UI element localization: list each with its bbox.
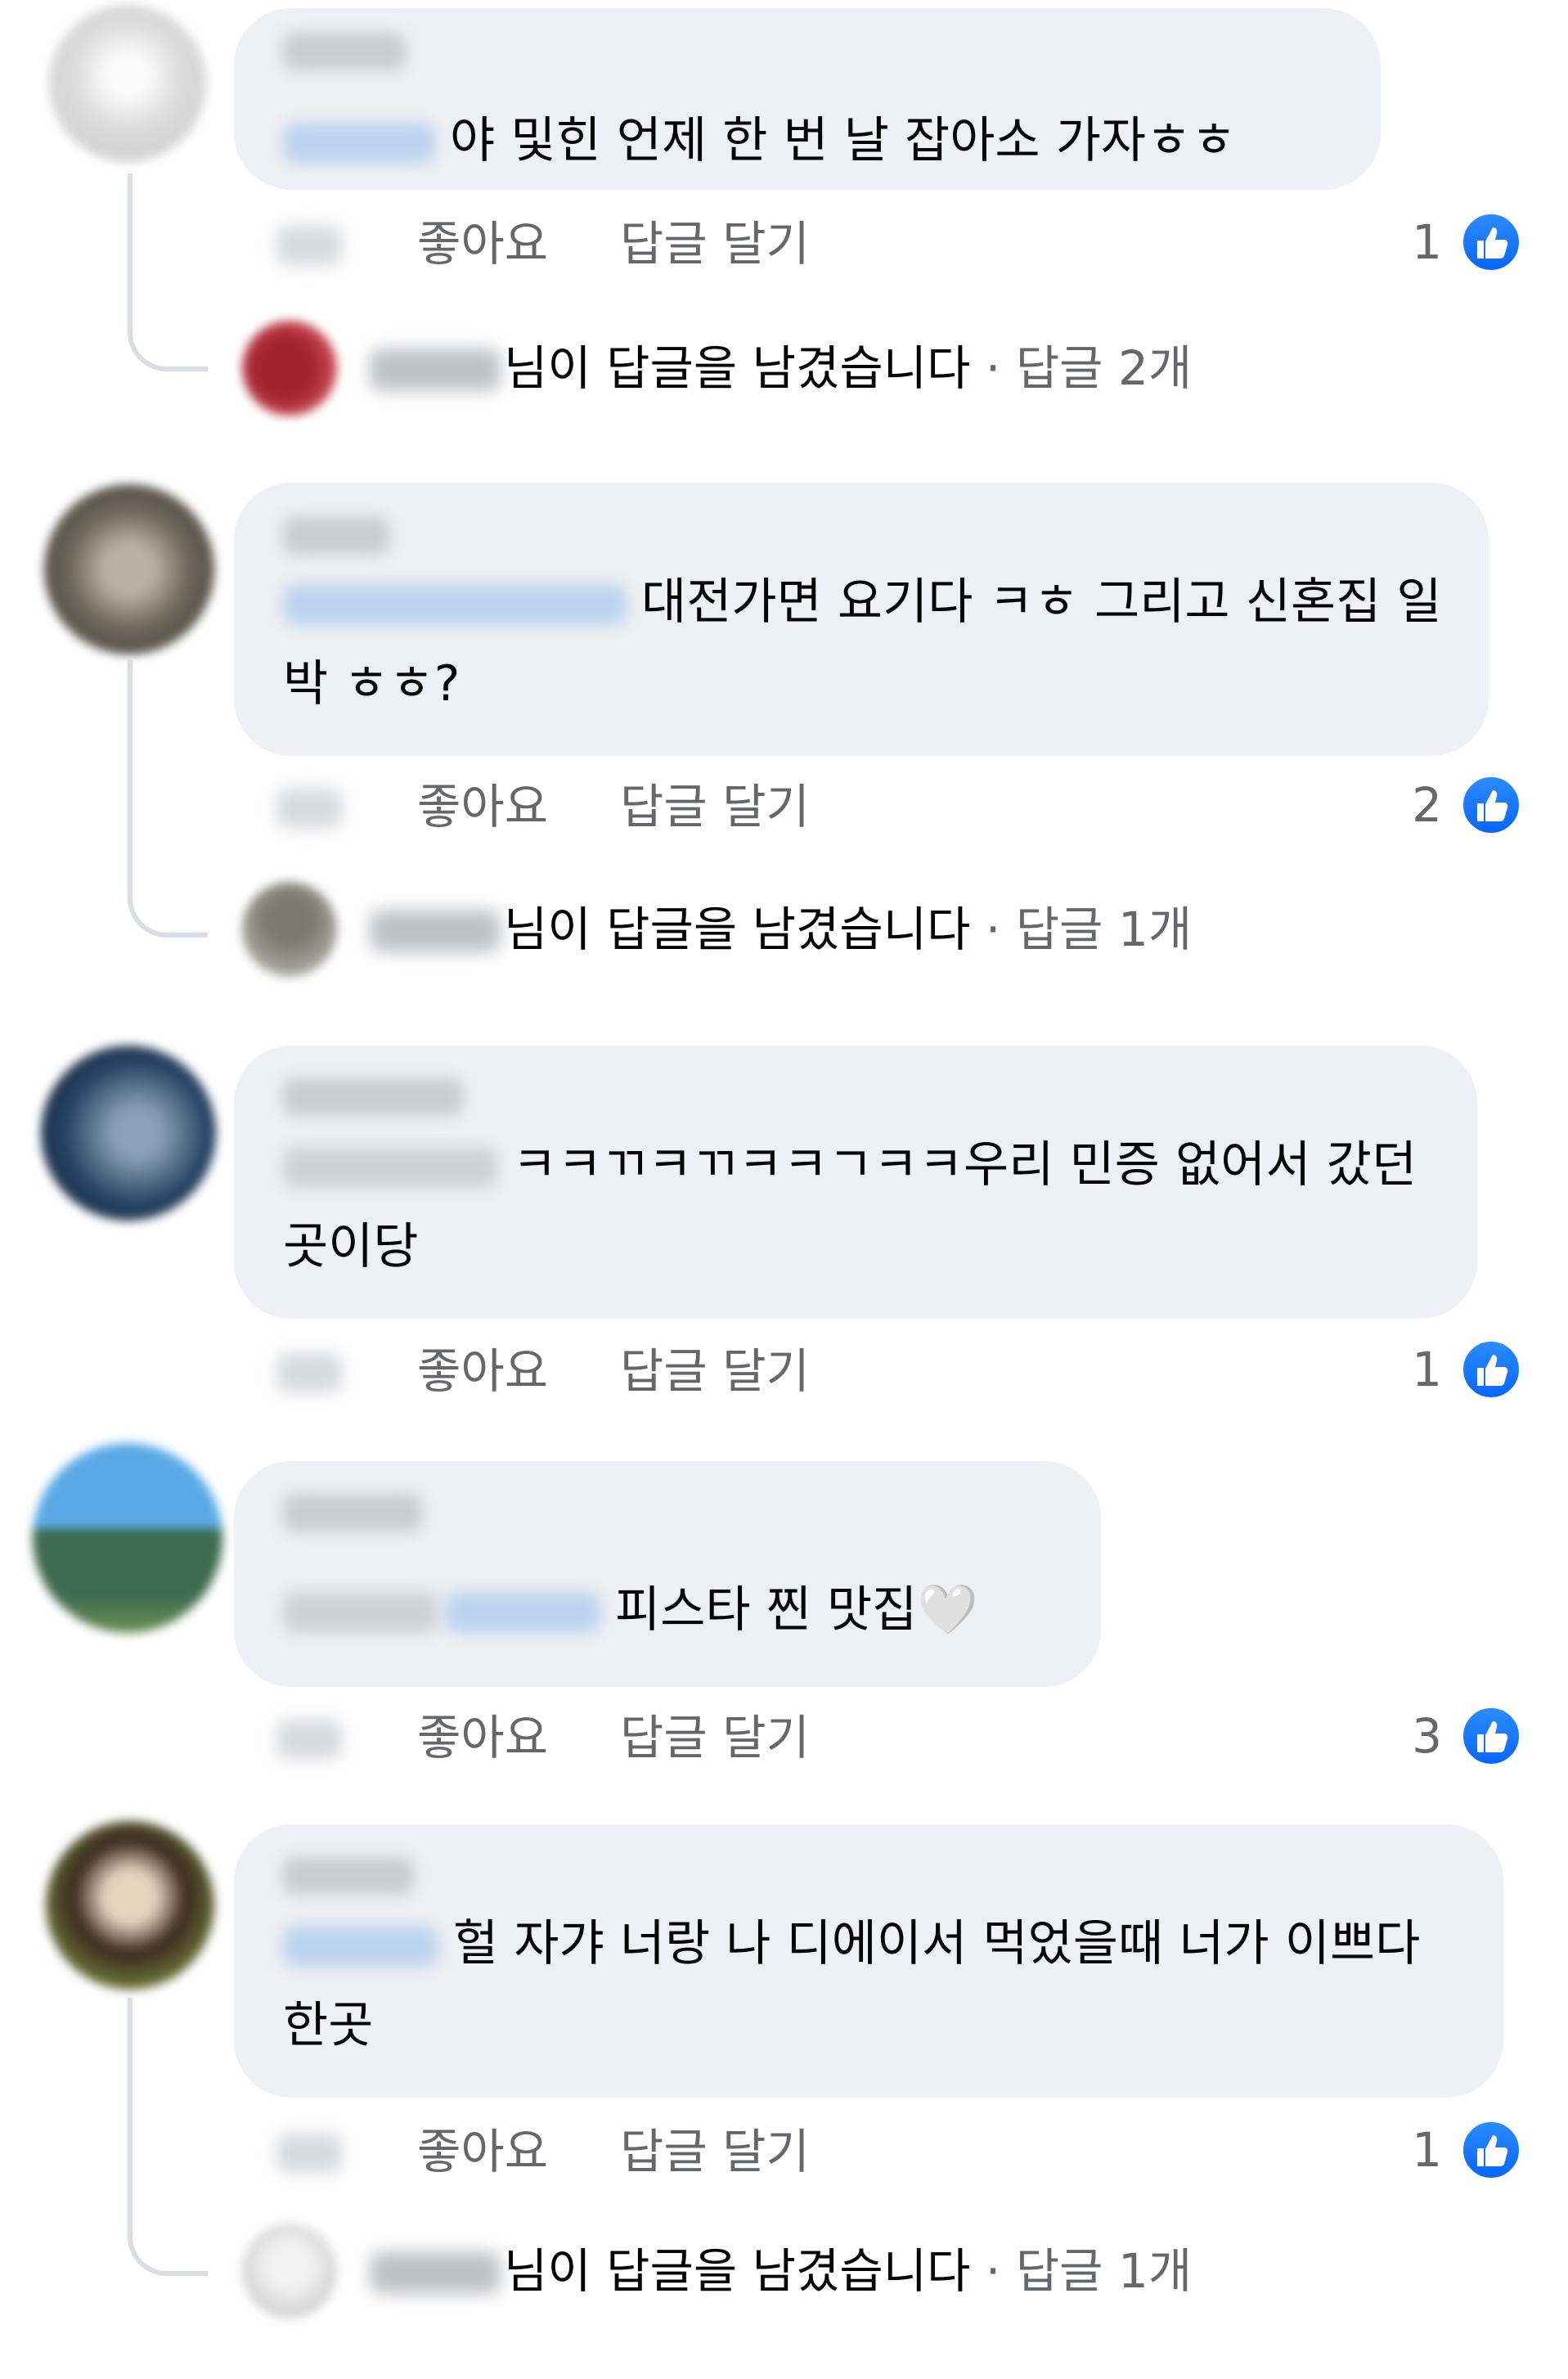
reaction-summary[interactable]: 1	[1310, 2109, 1522, 2191]
thumbs-up-icon	[1460, 1705, 1522, 1767]
reply-avatar	[242, 882, 337, 977]
thread-connector	[128, 843, 208, 938]
reply-count: 답글 1개	[1015, 902, 1193, 957]
comment-body: 헐 자갸 너랑 나 디에이서 먹었을때 너가 이쁘다 한곳	[283, 1903, 1458, 2066]
reply-button[interactable]: 답글 달기	[620, 2111, 810, 2192]
mention-tag[interactable]	[445, 1592, 600, 1634]
reaction-count: 3	[1412, 1708, 1442, 1764]
mention-tag[interactable]	[283, 123, 435, 164]
reply-button[interactable]: 답글 달기	[620, 203, 810, 285]
avatar[interactable]	[44, 484, 214, 654]
reaction-summary[interactable]: 1	[1310, 1329, 1522, 1410]
comment-actions: 좋아요 답글 달기	[276, 1330, 1340, 1412]
view-replies-link[interactable]: 님이 답글을 남겼습니다 · 답글 1개	[242, 2224, 1305, 2330]
reply-summary-separator: ·	[970, 902, 1016, 957]
avatar[interactable]	[41, 1046, 216, 1221]
comment-text: 야 및힌 언제 한 번 날 잡아소 가자ㅎㅎ	[450, 112, 1237, 169]
like-button[interactable]: 좋아요	[417, 766, 548, 848]
reply-summary-text: 님이 답글을 남겼습니다	[504, 2243, 971, 2299]
reaction-count: 1	[1412, 1342, 1442, 1397]
thread-connector	[128, 270, 208, 371]
comment-body: 야 및힌 언제 한 번 날 잡아소 가자ㅎㅎ	[283, 100, 1335, 182]
reaction-summary[interactable]: 2	[1310, 764, 1522, 846]
comment-author[interactable]	[283, 1494, 422, 1531]
mention-tag[interactable]	[283, 1926, 438, 1968]
thread-line	[128, 659, 133, 872]
reply-summary-text: 님이 답글을 남겼습니다	[504, 340, 971, 396]
comment-bubble: 야 및힌 언제 한 번 날 잡아소 가자ㅎㅎ	[234, 8, 1381, 190]
comment-actions: 좋아요 답글 달기	[276, 2111, 1340, 2192]
reaction-count: 1	[1412, 214, 1442, 270]
comment-bubble: ㅋㅋㄲㅋㄲㅋㅋㄱㅋㅋ우리 민증 없어서 갔던 곳이당	[234, 1046, 1477, 1319]
comment-bubble: 헐 자갸 너랑 나 디에이서 먹었을때 너가 이쁘다 한곳	[234, 1824, 1503, 2098]
reaction-summary[interactable]: 1	[1310, 201, 1522, 283]
comment-author[interactable]	[283, 1857, 414, 1895]
reaction-count: 1	[1412, 2122, 1442, 2178]
comment-bubble: 대전가면 요기다 ㅋㅎ 그리고 신혼집 일박 ㅎㅎ?	[234, 483, 1489, 756]
mention-tag[interactable]	[283, 1592, 438, 1634]
comment-timestamp[interactable]	[276, 789, 342, 828]
comment-text: 피스타 찐 맛집🤍	[615, 1581, 979, 1639]
thread-line	[128, 1998, 133, 2202]
thumbs-up-icon	[1460, 1338, 1522, 1401]
mention-tag[interactable]	[283, 584, 627, 626]
reply-summary-separator: ·	[970, 340, 1016, 396]
thumbs-up-icon	[1460, 774, 1522, 836]
thumbs-up-icon	[1460, 211, 1522, 273]
reply-button[interactable]: 답글 달기	[620, 1697, 810, 1779]
reply-summary-text: 님이 답글을 남겼습니다	[504, 902, 971, 957]
comment-body: 대전가면 요기다 ㅋㅎ 그리고 신혼집 일박 ㅎㅎ?	[283, 561, 1443, 725]
reply-avatar	[242, 2224, 337, 2318]
comment-body: 피스타 찐 맛집🤍	[283, 1569, 1055, 1651]
comment-actions: 좋아요 답글 달기	[276, 203, 1340, 285]
comment-author[interactable]	[283, 1078, 463, 1116]
comment-actions: 좋아요 답글 달기	[276, 766, 1340, 848]
reply-summary-separator: ·	[970, 2243, 1016, 2299]
comment-text: 헐 자갸 너랑 나 디에이서 먹었을때 너가 이쁘다 한곳	[283, 1915, 1421, 2054]
thread-connector	[128, 2176, 208, 2276]
comment-body: ㅋㅋㄲㅋㄲㅋㅋㄱㅋㅋ우리 민증 없어서 갔던 곳이당	[283, 1124, 1431, 1288]
reaction-summary[interactable]: 3	[1310, 1695, 1522, 1777]
reaction-count: 2	[1412, 777, 1442, 833]
avatar[interactable]	[46, 1821, 214, 1990]
mention-tag[interactable]	[283, 1147, 497, 1189]
comment-timestamp[interactable]	[276, 1720, 342, 1759]
reply-count: 답글 1개	[1015, 2243, 1193, 2299]
view-replies-link[interactable]: 님이 답글을 남겼습니다 · 답글 2개	[242, 321, 1305, 427]
reply-button[interactable]: 답글 달기	[620, 1330, 810, 1412]
like-button[interactable]: 좋아요	[417, 1330, 548, 1412]
comment-author[interactable]	[283, 33, 406, 70]
reply-summary: 님이 답글을 남겼습니다 · 답글 1개	[504, 2224, 1192, 2318]
reply-count: 답글 2개	[1015, 340, 1193, 396]
like-button[interactable]: 좋아요	[417, 203, 548, 285]
like-button[interactable]: 좋아요	[417, 2111, 548, 2192]
comment-author[interactable]	[283, 517, 389, 555]
reply-avatar	[242, 321, 337, 416]
like-button[interactable]: 좋아요	[417, 1697, 548, 1779]
comment-bubble: 피스타 찐 맛집🤍	[234, 1461, 1101, 1687]
avatar[interactable]	[33, 1443, 222, 1633]
thumbs-up-icon	[1460, 2119, 1522, 2181]
reply-button[interactable]: 답글 달기	[620, 766, 810, 848]
reply-author	[370, 910, 501, 952]
comment-actions: 좋아요 답글 달기	[276, 1697, 1340, 1779]
view-replies-link[interactable]: 님이 답글을 남겼습니다 · 답글 1개	[242, 882, 1305, 988]
reply-author	[370, 2251, 501, 2294]
avatar[interactable]	[49, 5, 206, 162]
reply-summary: 님이 답글을 남겼습니다 · 답글 2개	[504, 321, 1192, 416]
comment-timestamp[interactable]	[276, 1353, 342, 1392]
comment-timestamp[interactable]	[276, 226, 342, 265]
comment-timestamp[interactable]	[276, 2134, 342, 2173]
reply-author	[370, 349, 501, 391]
reply-summary: 님이 답글을 남겼습니다 · 답글 1개	[504, 882, 1192, 977]
